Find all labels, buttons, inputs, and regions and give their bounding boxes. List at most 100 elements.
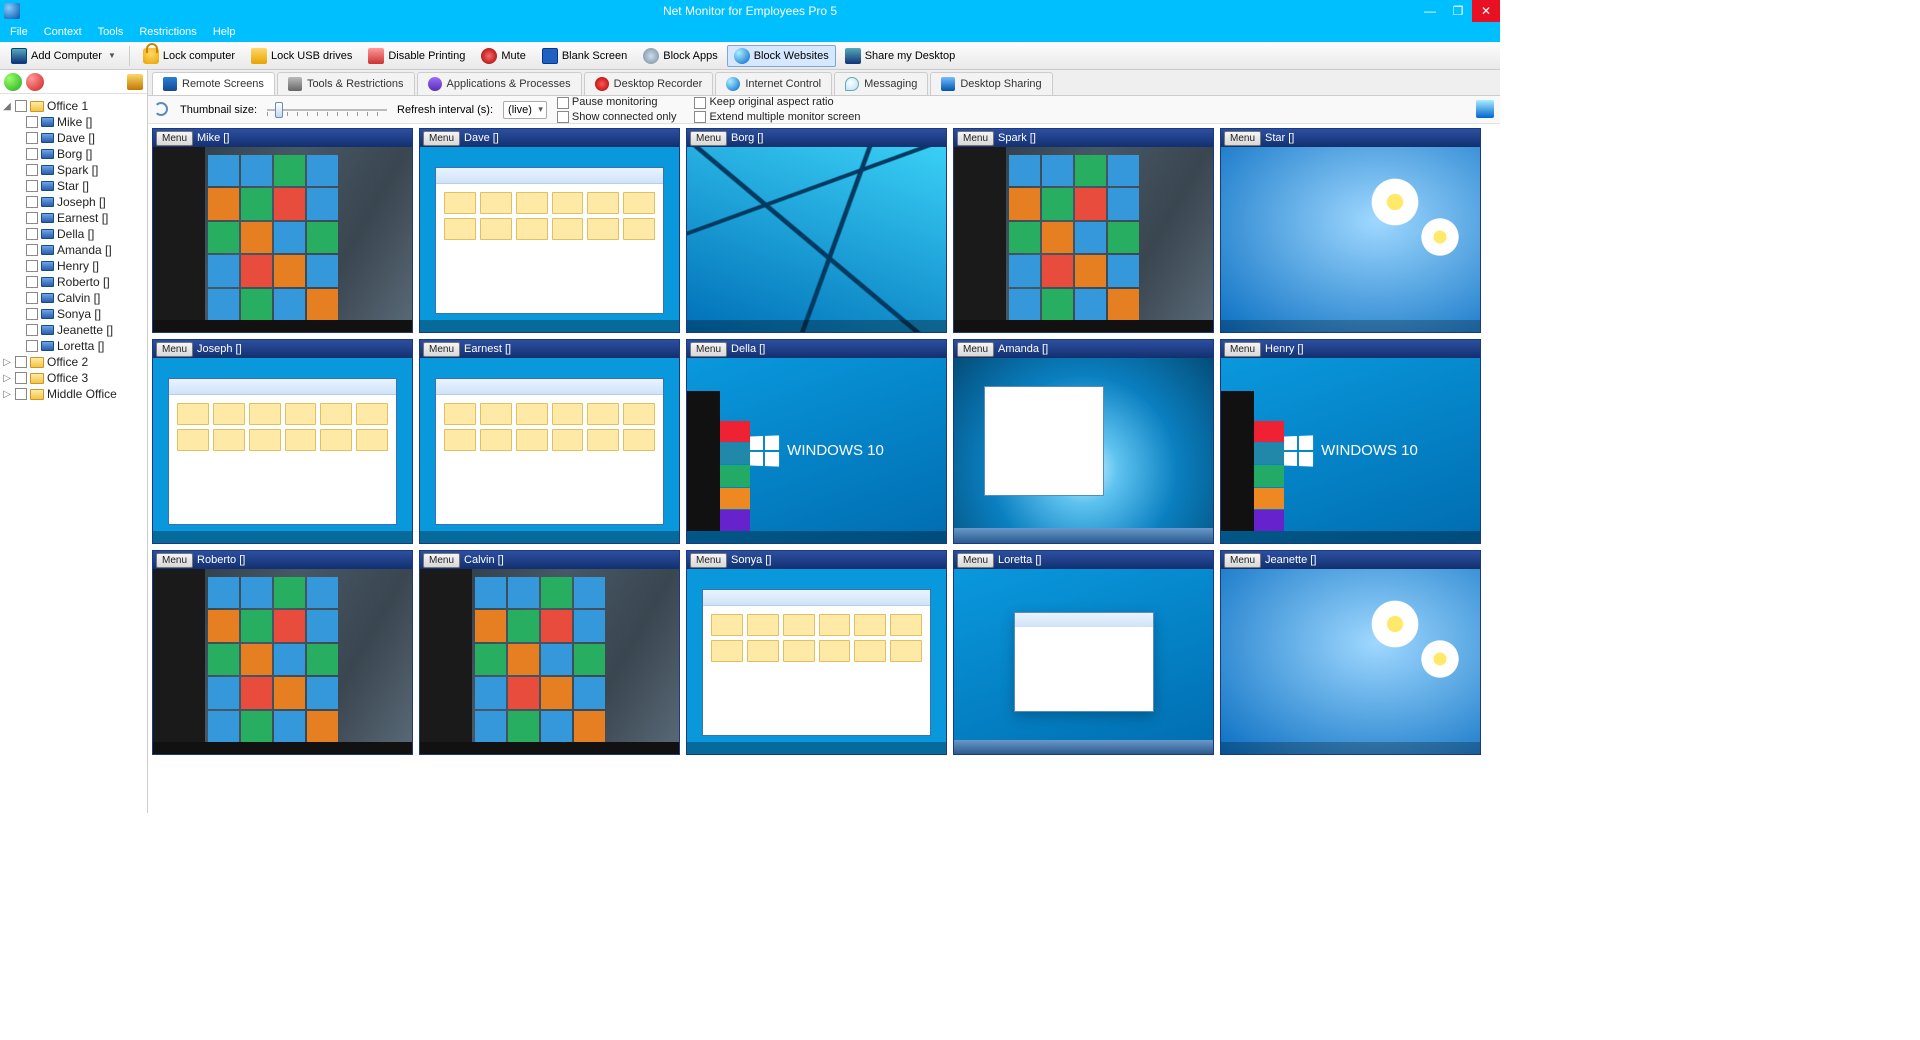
checkbox[interactable] — [15, 388, 27, 400]
checkbox[interactable] — [26, 212, 38, 224]
tree-computer[interactable]: Roberto [] — [26, 274, 145, 290]
thumbnail-card[interactable]: MenuHenry []WINDOWS 10 — [1220, 339, 1481, 544]
thumbnail-menu-button[interactable]: Menu — [1224, 553, 1261, 568]
reject-icon[interactable] — [26, 73, 44, 91]
thumbnail-card[interactable]: MenuCalvin [] — [419, 550, 680, 755]
tree-computer[interactable]: Henry [] — [26, 258, 145, 274]
thumbnail-preview[interactable] — [954, 358, 1213, 543]
thumbnail-menu-button[interactable]: Menu — [423, 553, 460, 568]
share-desktop-button[interactable]: Share my Desktop — [838, 45, 962, 67]
tree-computer[interactable]: Joseph [] — [26, 194, 145, 210]
thumbnail-preview[interactable] — [1221, 147, 1480, 332]
thumbnail-card[interactable]: MenuJoseph [] — [152, 339, 413, 544]
lock-computer-button[interactable]: Lock computer — [136, 45, 242, 67]
add-computer-button[interactable]: Add Computer ▼ — [4, 45, 123, 67]
tree-computer[interactable]: Jeanette [] — [26, 322, 145, 338]
checkbox[interactable] — [26, 244, 38, 256]
minimize-button[interactable]: — — [1416, 0, 1444, 22]
blank-screen-button[interactable]: Blank Screen — [535, 45, 634, 67]
thumbnail-card[interactable]: MenuStar [] — [1220, 128, 1481, 333]
thumbnail-preview[interactable]: WINDOWS 10 — [687, 358, 946, 543]
thumbnail-menu-button[interactable]: Menu — [690, 342, 727, 357]
tree-computer[interactable]: Amanda [] — [26, 242, 145, 258]
thumbnail-card[interactable]: MenuLoretta [] — [953, 550, 1214, 755]
thumbnail-card[interactable]: MenuJeanette [] — [1220, 550, 1481, 755]
thumbnail-size-slider[interactable] — [267, 106, 387, 114]
tab-desktop-recorder[interactable]: Desktop Recorder — [584, 72, 714, 95]
checkbox[interactable] — [26, 196, 38, 208]
thumbnail-card[interactable]: MenuMike [] — [152, 128, 413, 333]
fullscreen-icon[interactable] — [1476, 100, 1494, 118]
thumbnail-menu-button[interactable]: Menu — [690, 553, 727, 568]
thumbnail-card[interactable]: MenuDave [] — [419, 128, 680, 333]
checkbox[interactable] — [26, 276, 38, 288]
thumbnail-menu-button[interactable]: Menu — [957, 342, 994, 357]
tree-computer[interactable]: Earnest [] — [26, 210, 145, 226]
thumbnail-menu-button[interactable]: Menu — [1224, 131, 1261, 146]
checkbox[interactable] — [26, 340, 38, 352]
menu-help[interactable]: Help — [205, 24, 244, 40]
thumbnail-menu-button[interactable]: Menu — [957, 131, 994, 146]
expander-icon[interactable]: ◢ — [2, 101, 12, 112]
checkbox[interactable] — [26, 228, 38, 240]
maximize-button[interactable]: ❐ — [1444, 0, 1472, 22]
block-websites-button[interactable]: Block Websites — [727, 45, 836, 67]
thumbnail-preview[interactable] — [687, 569, 946, 754]
tree-folder-middle[interactable]: ▷ Middle Office — [2, 386, 145, 402]
tree-computer[interactable]: Spark [] — [26, 162, 145, 178]
close-button[interactable]: ✕ — [1472, 0, 1500, 22]
tab-remote-screens[interactable]: Remote Screens — [152, 72, 275, 95]
thumbnail-card[interactable]: MenuRoberto [] — [152, 550, 413, 755]
tree-folder-office1[interactable]: ◢ Office 1 — [2, 98, 145, 114]
checkbox[interactable] — [26, 324, 38, 336]
menu-context[interactable]: Context — [36, 24, 90, 40]
tree-computer[interactable]: Star [] — [26, 178, 145, 194]
tree-computer[interactable]: Loretta [] — [26, 338, 145, 354]
tree-computer[interactable]: Calvin [] — [26, 290, 145, 306]
checkbox[interactable] — [26, 148, 38, 160]
thumbnail-menu-button[interactable]: Menu — [156, 553, 193, 568]
action-icon[interactable] — [127, 74, 143, 90]
menu-restrictions[interactable]: Restrictions — [131, 24, 204, 40]
expander-icon[interactable]: ▷ — [2, 357, 12, 368]
menu-tools[interactable]: Tools — [90, 24, 132, 40]
tree-computer[interactable]: Mike [] — [26, 114, 145, 130]
checkbox[interactable] — [26, 132, 38, 144]
expander-icon[interactable]: ▷ — [2, 373, 12, 384]
thumbnail-card[interactable]: MenuEarnest [] — [419, 339, 680, 544]
checkbox[interactable] — [26, 116, 38, 128]
thumbnail-preview[interactable] — [420, 358, 679, 543]
show-connected-checkbox[interactable]: Show connected only — [557, 111, 677, 123]
thumbnail-preview[interactable] — [153, 358, 412, 543]
tab-tools-restrictions[interactable]: Tools & Restrictions — [277, 72, 415, 95]
thumbnail-menu-button[interactable]: Menu — [156, 342, 193, 357]
thumbnail-area[interactable]: MenuMike []MenuDave []MenuBorg []MenuSpa… — [148, 124, 1500, 813]
slider-thumb[interactable] — [275, 102, 283, 118]
checkbox[interactable] — [15, 356, 27, 368]
thumbnail-preview[interactable] — [153, 147, 412, 332]
tree-computer[interactable]: Borg [] — [26, 146, 145, 162]
checkbox[interactable] — [26, 180, 38, 192]
keep-aspect-checkbox[interactable]: Keep original aspect ratio — [694, 96, 860, 108]
thumbnail-menu-button[interactable]: Menu — [690, 131, 727, 146]
tab-apps-processes[interactable]: Applications & Processes — [417, 72, 582, 95]
checkbox[interactable] — [26, 292, 38, 304]
thumbnail-card[interactable]: MenuSonya [] — [686, 550, 947, 755]
computer-tree[interactable]: ◢ Office 1 Mike []Dave []Borg []Spark []… — [0, 94, 147, 406]
lock-usb-button[interactable]: Lock USB drives — [244, 45, 359, 67]
thumbnail-preview[interactable]: WINDOWS 10 — [1221, 358, 1480, 543]
tab-internet-control[interactable]: Internet Control — [715, 72, 832, 95]
accept-icon[interactable] — [4, 73, 22, 91]
thumbnail-card[interactable]: MenuAmanda [] — [953, 339, 1214, 544]
tab-desktop-sharing[interactable]: Desktop Sharing — [930, 72, 1052, 95]
thumbnail-preview[interactable] — [153, 569, 412, 754]
disable-printing-button[interactable]: Disable Printing — [361, 45, 472, 67]
thumbnail-menu-button[interactable]: Menu — [1224, 342, 1261, 357]
thumbnail-preview[interactable] — [687, 147, 946, 332]
thumbnail-card[interactable]: MenuBorg [] — [686, 128, 947, 333]
thumbnail-preview[interactable] — [1221, 569, 1480, 754]
block-apps-button[interactable]: Block Apps — [636, 45, 724, 67]
mute-button[interactable]: Mute — [474, 45, 532, 67]
checkbox[interactable] — [15, 372, 27, 384]
menu-file[interactable]: File — [2, 24, 36, 40]
